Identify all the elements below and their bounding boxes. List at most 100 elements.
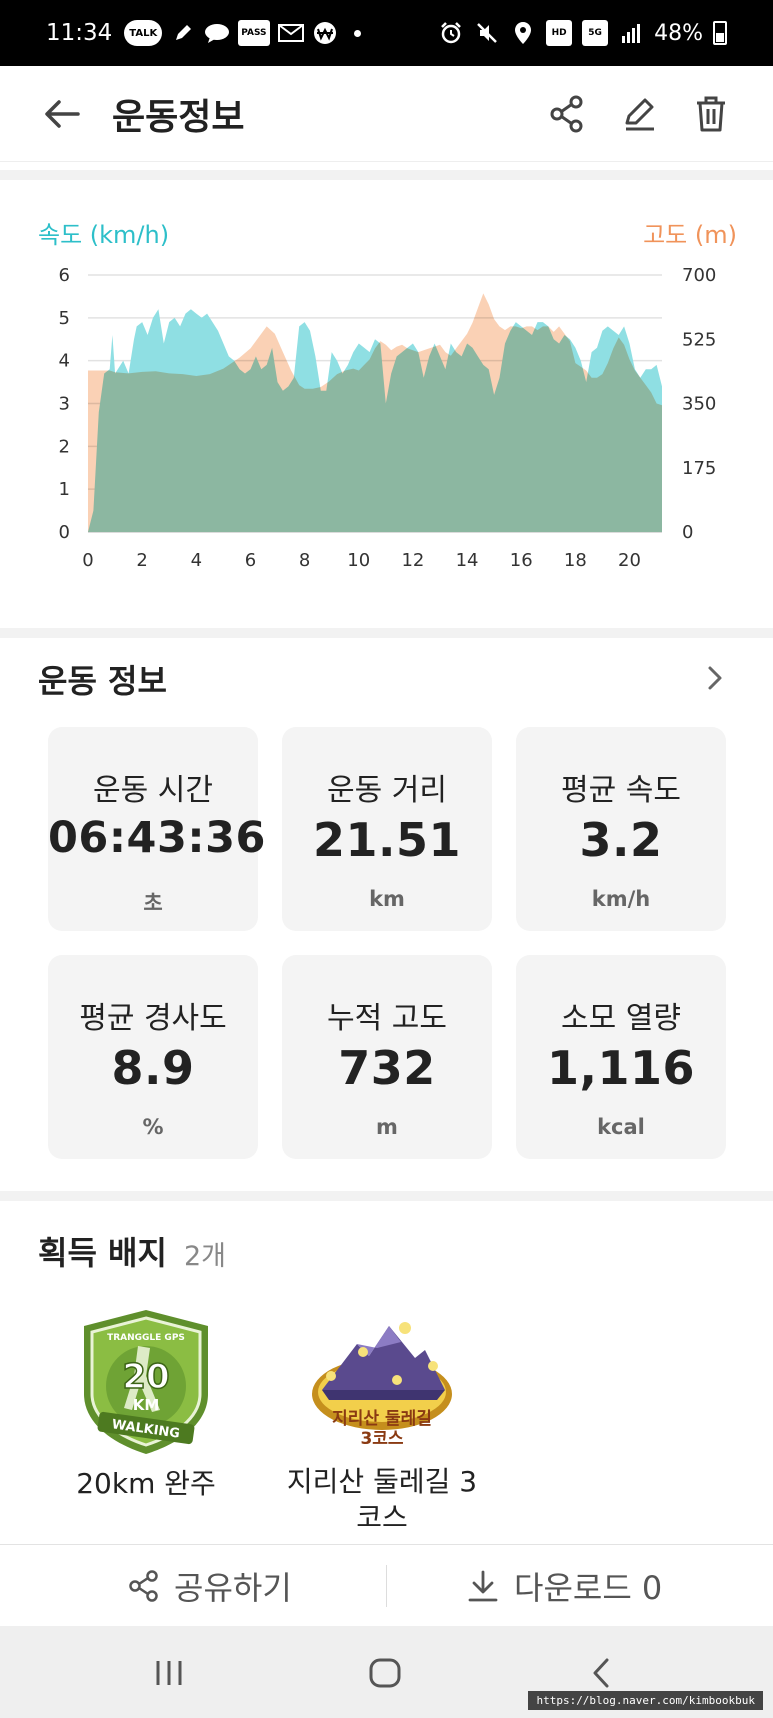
section-divider — [0, 170, 773, 180]
section-divider — [0, 1191, 773, 1201]
stat-label: 운동 거리 — [327, 773, 447, 808]
stat-unit: kcal — [597, 1115, 645, 1139]
x-tick-label: 12 — [401, 550, 424, 571]
stat-unit: m — [376, 1115, 398, 1139]
battery-icon — [713, 21, 727, 45]
share-button[interactable] — [545, 92, 589, 136]
stat-label: 평균 속도 — [561, 773, 681, 808]
system-icons: HD 5G 48% — [438, 20, 727, 46]
share-icon — [129, 1570, 158, 1602]
badge-name: 지리산 둘레길 3코스 — [286, 1465, 478, 1534]
stat-card-avg-slope: 평균 경사도 8.9 % — [48, 955, 258, 1159]
y-right-tick-label: 0 — [682, 522, 693, 543]
stat-value: 06:43:36 — [48, 813, 266, 863]
status-time: 11:34 — [46, 20, 113, 46]
chat-icon — [204, 20, 230, 46]
stat-label: 평균 경사도 — [79, 1001, 227, 1036]
x-tick-label: 8 — [299, 550, 310, 571]
badges-count: 2개 — [184, 1241, 227, 1272]
edit-button[interactable] — [618, 92, 662, 136]
badge-emblem-unit: KM — [133, 1396, 160, 1414]
watermark: https://blog.naver.com/kimbookbuk — [528, 1691, 763, 1710]
badge-jirisan-trail-3[interactable]: 지리산 둘레길 3코스 지리산 둘레길 3코스 — [276, 1314, 488, 1536]
share-action-button[interactable]: 공유하기 — [128, 1545, 292, 1627]
delete-button[interactable] — [689, 92, 733, 136]
stat-card-avg-speed: 평균 속도 3.2 km/h — [516, 727, 726, 931]
chevron-left-icon — [593, 1658, 609, 1688]
stat-card-calories: 소모 열량 1,116 kcal — [516, 955, 726, 1159]
download-action-button[interactable]: 다운로드 0 — [466, 1545, 662, 1627]
y-left-tick-label: 5 — [59, 308, 70, 329]
stat-unit: km — [369, 887, 405, 911]
x-tick-label: 16 — [510, 550, 533, 571]
stat-value: 1,116 — [546, 1041, 695, 1095]
won-icon — [312, 20, 338, 46]
signal-icon — [618, 20, 644, 46]
home-button[interactable] — [360, 1648, 410, 1698]
page-title: 운동정보 — [112, 97, 245, 138]
action-separator — [386, 1565, 387, 1607]
y-left-tick-label: 2 — [59, 436, 70, 457]
more-notifications-dot — [353, 29, 361, 37]
info-detail-button[interactable] — [697, 660, 733, 696]
stat-value: 21.51 — [312, 813, 461, 867]
x-tick-label: 6 — [245, 550, 256, 571]
walking-badge-icon: TRANGGLE GPS 20 KM WALKING — [84, 1310, 208, 1454]
stat-unit: % — [142, 1115, 164, 1139]
section-divider — [0, 628, 773, 638]
share-action-label: 공유하기 — [174, 1569, 292, 1607]
notification-icons: TALK PASS — [124, 20, 361, 46]
info-section-title: 운동 정보 — [38, 662, 167, 700]
5g-icon: 5G — [582, 20, 609, 46]
y-left-tick-label: 1 — [59, 479, 70, 500]
x-tick-label: 20 — [618, 550, 641, 571]
badges-section-title: 획득 배지 — [38, 1234, 167, 1272]
bottom-action-bar: 공유하기 다운로드 0 — [0, 1544, 773, 1626]
x-tick-label: 2 — [136, 550, 147, 571]
app-header: 운동정보 — [0, 66, 773, 162]
mountain-badge-icon: 지리산 둘레길 3코스 — [312, 1322, 452, 1449]
y-right-tick-label: 175 — [682, 458, 716, 479]
badge-emblem-number: 20 — [122, 1357, 169, 1397]
stat-card-distance: 운동 거리 21.51 km — [282, 727, 492, 931]
pen-icon — [170, 20, 196, 46]
speed-legend: 속도 (km/h) — [38, 221, 170, 249]
y-left-tick-label: 4 — [59, 351, 70, 372]
recent-apps-button[interactable] — [144, 1648, 194, 1698]
alarm-icon — [438, 20, 464, 46]
x-tick-label: 4 — [191, 550, 202, 571]
stat-label: 소모 열량 — [561, 1001, 681, 1036]
badge-emblem-line2: 3코스 — [360, 1429, 403, 1449]
y-left-tick-label: 3 — [59, 394, 70, 415]
mute-icon — [474, 20, 500, 46]
y-left-tick-label: 6 — [59, 265, 70, 286]
y-left-tick-label: 0 — [59, 522, 70, 543]
kakaotalk-icon: TALK — [124, 20, 163, 46]
speed-altitude-chart: 0 1 2 3 4 5 6 0 175 350 525 700 0 2 4 6 8 10 12 14 16 18 20 속도… — [0, 180, 773, 628]
x-tick-label: 0 — [82, 550, 93, 571]
pencil-icon — [625, 98, 654, 131]
badge-name: 20km 완주 — [76, 1467, 216, 1500]
stat-label: 누적 고도 — [327, 1001, 447, 1036]
y-right-tick-label: 350 — [682, 394, 716, 415]
hd-icon: HD — [546, 20, 573, 46]
download-action-label: 다운로드 0 — [514, 1569, 663, 1607]
recent-apps-icon — [156, 1661, 182, 1685]
x-tick-label: 18 — [564, 550, 587, 571]
back-arrow-icon — [45, 100, 80, 128]
share-icon — [550, 95, 583, 133]
status-bar: 11:34 TALK PASS HD 5G 48% — [0, 0, 773, 66]
badge-20km-walking[interactable]: TRANGGLE GPS 20 KM WALKING 20km 완주 — [48, 1306, 244, 1502]
stat-label: 운동 시간 — [93, 773, 213, 808]
trash-icon — [697, 96, 725, 132]
stat-unit: km/h — [591, 887, 651, 911]
stat-unit: 초 — [143, 891, 163, 915]
stat-value: 732 — [338, 1041, 436, 1095]
system-nav-bar: https://blog.naver.com/kimbookbuk — [0, 1626, 773, 1718]
back-button[interactable] — [40, 92, 84, 136]
x-tick-label: 10 — [347, 550, 370, 571]
chevron-right-icon — [708, 666, 722, 690]
stat-card-elevation-gain: 누적 고도 732 m — [282, 955, 492, 1159]
stat-value: 8.9 — [111, 1041, 195, 1095]
stat-value: 3.2 — [579, 813, 663, 867]
